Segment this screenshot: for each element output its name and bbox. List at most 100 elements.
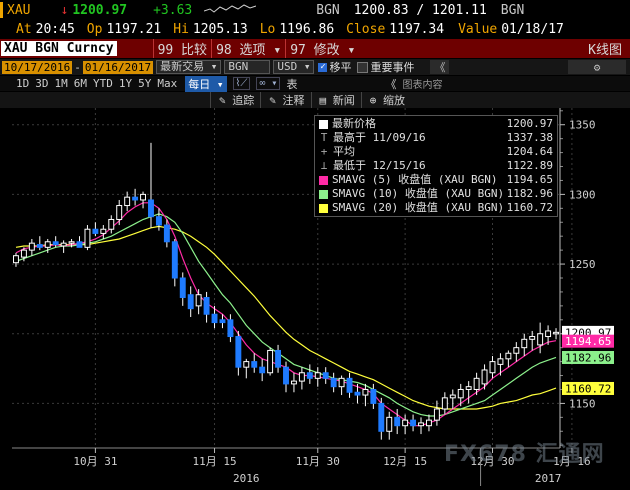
hi-label: Hi <box>173 21 189 37</box>
candle-body <box>457 388 464 399</box>
candle-body <box>163 224 170 243</box>
table-button[interactable]: 表 <box>286 76 297 92</box>
events-label: 重要事件 <box>370 61 415 74</box>
period-max[interactable]: Max <box>157 77 177 90</box>
annotate-button[interactable]: ✎ 注释 <box>260 92 305 108</box>
candle-body <box>283 366 289 385</box>
candle-body <box>346 377 353 393</box>
candle-body <box>116 205 123 220</box>
candle-body <box>235 336 242 368</box>
legend-item[interactable]: T 最高于 11/09/16 1337.38 <box>315 130 557 145</box>
candle-body <box>20 249 27 258</box>
last-trade-label: 最新交易 <box>160 60 205 73</box>
period-3d[interactable]: 3D <box>35 77 48 90</box>
candle-body <box>418 422 424 427</box>
period-6m[interactable]: 6M <box>74 77 87 90</box>
legend-item[interactable]: SMAVG (10) 收盘值 (XAU BGN) 1182.96 <box>315 186 557 200</box>
price-tag: 1160.72 <box>562 381 614 395</box>
candle-body <box>529 336 536 340</box>
candle-body <box>362 388 369 396</box>
legend-item[interactable]: 最新价格 1200.97 <box>315 116 557 130</box>
candle-body <box>187 294 194 310</box>
candle-body <box>505 352 512 360</box>
collapse-icon-2[interactable]: 《 <box>385 76 396 92</box>
value-date: 01/18/17 <box>501 21 564 37</box>
start-date-input[interactable]: 10/17/2016 <box>2 60 73 74</box>
candle-body <box>211 313 218 324</box>
candle-body <box>92 228 99 234</box>
ticker-symbol[interactable]: XAU <box>7 3 30 18</box>
candle-body <box>132 196 139 201</box>
last-trade-select[interactable]: 最新交易 ▾ <box>156 60 222 74</box>
down-arrow-icon: ↓ <box>60 2 69 18</box>
x-tick-label: 11月 15 <box>192 455 236 468</box>
collapse-icon[interactable]: 《 <box>430 60 450 74</box>
end-date-input[interactable]: 01/16/2017 <box>82 60 154 74</box>
candle-body <box>108 218 115 230</box>
candle-body <box>148 199 154 218</box>
period-5y[interactable]: 5Y <box>138 77 151 90</box>
modify-button[interactable]: 97 修改 ▾ <box>285 39 359 58</box>
events-checkbox[interactable] <box>357 61 369 73</box>
period-1m[interactable]: 1M <box>55 77 68 90</box>
candle-body <box>338 377 345 388</box>
candle-body <box>441 397 448 410</box>
gear-icon[interactable]: ⚙ <box>568 60 626 74</box>
legend-item[interactable]: ⊥ 最低于 12/15/16 1122.89 <box>315 158 557 173</box>
quote-source-2: BGN <box>500 2 525 18</box>
candle-body <box>513 347 520 354</box>
move-checkbox[interactable]: ✓ <box>318 62 328 72</box>
chart-type-button[interactable]: K线图 <box>584 39 626 58</box>
candle-body <box>68 241 75 244</box>
compare-button[interactable]: 99 比较 <box>152 39 211 58</box>
year-label: 2017 <box>535 472 562 485</box>
candle-body <box>243 361 250 368</box>
candle-body <box>219 319 226 324</box>
legend-value: 1122.89 <box>506 158 553 172</box>
op-label: Op <box>86 21 103 37</box>
legend-value: 1160.72 <box>506 200 553 214</box>
compare-chart-icon[interactable]: ∞ ▾ <box>256 77 281 90</box>
lo-label: Lo <box>259 21 276 37</box>
candle-body <box>378 402 385 432</box>
legend-item[interactable]: SMAVG (5) 收盘值 (XAU BGN) 1194.65 <box>315 172 557 186</box>
source-label: BGN <box>228 60 249 73</box>
source-select[interactable]: BGN <box>224 60 271 74</box>
legend-value: 1200.97 <box>506 116 553 130</box>
chart-content-label[interactable]: 图表内容 <box>402 76 442 91</box>
price-tag: 1182.96 <box>562 350 614 364</box>
security-field[interactable]: XAU BGN Curncy <box>1 41 117 56</box>
chart-legend[interactable]: 最新价格 1200.97 T 最高于 11/09/16 1337.38 + 平均 1204.6… <box>314 115 558 217</box>
price-tag-label: 1194.65 <box>565 335 611 348</box>
candle-body <box>76 241 83 248</box>
hi-value: 1205.13 <box>192 21 248 37</box>
period-1y[interactable]: 1Y <box>119 77 132 90</box>
legend-label: SMAVG (20) 收盘值 (XAU BGN) <box>319 199 504 215</box>
last-price: 1200.97 <box>72 2 128 18</box>
candle-body <box>140 193 147 201</box>
period-1d[interactable]: 1D <box>16 77 29 90</box>
legend-item[interactable]: + 平均 1204.64 <box>315 144 557 159</box>
at-label: At <box>16 21 32 37</box>
currency-select[interactable]: USD ▾ <box>273 60 315 74</box>
news-button[interactable]: ▤ 新闻 <box>310 92 355 108</box>
period-ytd[interactable]: YTD <box>93 77 113 90</box>
candle-body <box>179 277 186 299</box>
frequency-select[interactable]: 每日 ▾ <box>185 75 227 92</box>
candle-body <box>322 372 329 379</box>
zoom-button[interactable]: ⊕ 缩放 <box>360 92 405 108</box>
candle-body <box>290 380 297 385</box>
y-tick-label: 1300 <box>569 188 596 201</box>
function-bar: XAU BGN Curncy 99 比较 98 选项 ▾ 97 修改 ▾ K线图 <box>0 39 630 58</box>
line-chart-icon[interactable]: ⌇⟋ <box>232 77 251 90</box>
options-button[interactable]: 98 选项 ▾ <box>211 39 285 58</box>
legend-item[interactable]: SMAVG (20) 收盘值 (XAU BGN) 1160.72 <box>315 200 557 214</box>
candle-body <box>410 419 417 427</box>
candle-body <box>44 241 51 248</box>
move-label: 移平 <box>329 61 352 74</box>
legend-value: 1337.38 <box>506 130 553 144</box>
track-button[interactable]: ✎ 追踪 <box>210 92 254 108</box>
candle-body <box>489 361 496 374</box>
candle-body <box>394 416 401 427</box>
candle-body <box>497 358 504 365</box>
